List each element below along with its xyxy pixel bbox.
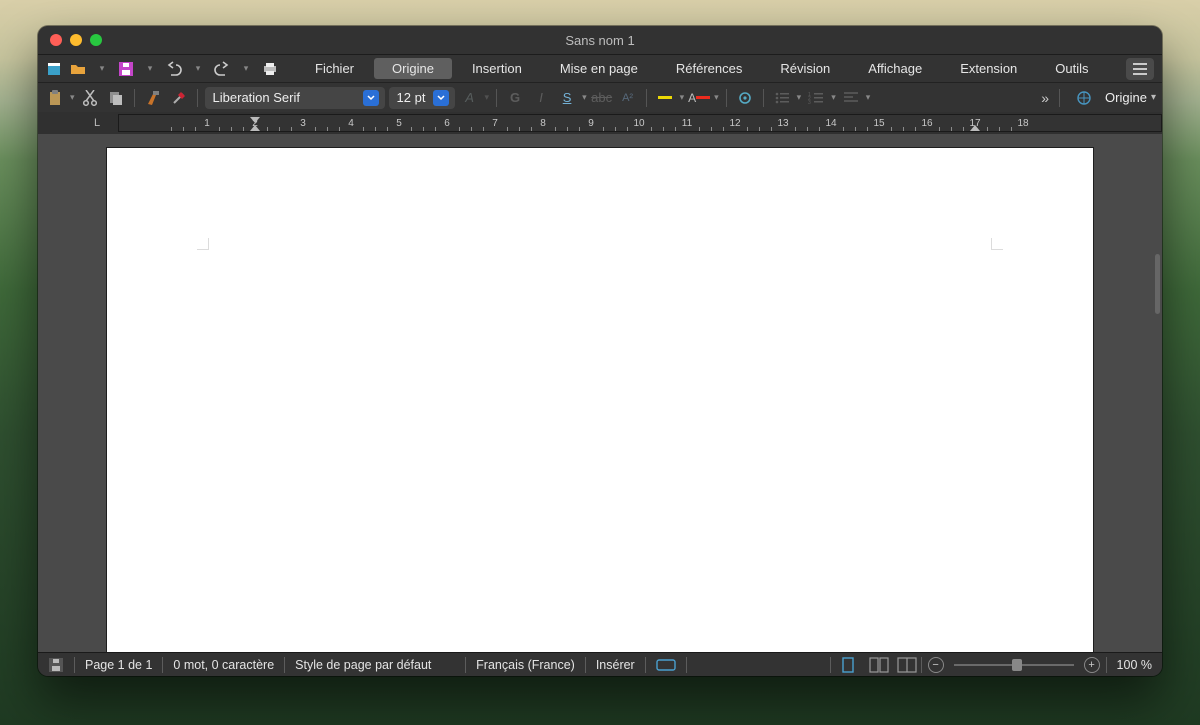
- globe-icon[interactable]: [1073, 87, 1095, 109]
- margin-mark-icon: [197, 238, 209, 250]
- menu-view[interactable]: Affichage: [850, 58, 940, 79]
- undo-dropdown-icon[interactable]: ▾: [188, 59, 208, 79]
- dropdown-icon[interactable]: ▾: [680, 92, 685, 103]
- menu-layout[interactable]: Mise en page: [542, 58, 656, 79]
- sidepanel-select[interactable]: Origine ▾: [1105, 90, 1156, 105]
- editor-area: [38, 134, 1162, 652]
- redo-icon[interactable]: [212, 59, 232, 79]
- menu-extension[interactable]: Extension: [942, 58, 1035, 79]
- italic-icon[interactable]: I: [530, 87, 552, 109]
- save-icon[interactable]: [116, 59, 136, 79]
- menu-review[interactable]: Révision: [762, 58, 848, 79]
- horizontal-ruler[interactable]: L 123456789101112131415161718: [38, 112, 1162, 134]
- clear-format-icon[interactable]: [168, 87, 190, 109]
- signature-icon[interactable]: [687, 653, 707, 676]
- document-title: Sans nom 1: [38, 33, 1162, 48]
- dropdown-icon[interactable]: ▾: [714, 92, 719, 103]
- redo-dropdown-icon[interactable]: ▾: [236, 59, 256, 79]
- align-icon[interactable]: [840, 87, 862, 109]
- dropdown-icon[interactable]: ▾: [797, 92, 802, 103]
- font-size-value: 12 pt: [397, 90, 426, 105]
- undo-icon[interactable]: [164, 59, 184, 79]
- separator: [134, 89, 135, 107]
- save-status-icon[interactable]: [38, 653, 74, 676]
- font-size-select[interactable]: 12 pt: [389, 87, 455, 109]
- new-doc-icon[interactable]: [44, 59, 64, 79]
- separator: [763, 89, 764, 107]
- view-book-icon[interactable]: [893, 653, 921, 676]
- paste-dropdown-icon[interactable]: ▾: [70, 92, 75, 103]
- bullet-list-icon[interactable]: [771, 87, 793, 109]
- separator: [1059, 89, 1060, 107]
- print-icon[interactable]: [260, 59, 280, 79]
- zoom-out-button[interactable]: −: [928, 657, 944, 673]
- font-color-icon[interactable]: A: [688, 87, 710, 109]
- menu-tools[interactable]: Outils: [1037, 58, 1106, 79]
- chevron-down-icon: [363, 90, 379, 106]
- clone-format-icon[interactable]: [142, 87, 164, 109]
- save-dropdown-icon[interactable]: ▾: [140, 59, 160, 79]
- copy-icon[interactable]: [105, 87, 127, 109]
- menu-home[interactable]: Origine: [374, 58, 452, 79]
- statusbar: Page 1 de 1 0 mot, 0 caractère Style de …: [38, 652, 1162, 676]
- open-icon[interactable]: [68, 59, 88, 79]
- hamburger-menu-button[interactable]: [1126, 58, 1154, 80]
- separator: [646, 89, 647, 107]
- status-insert-mode[interactable]: Insérer: [586, 653, 645, 676]
- dropdown-icon[interactable]: ▾: [485, 92, 490, 103]
- paste-icon[interactable]: [44, 87, 66, 109]
- separator: [496, 89, 497, 107]
- zoom-slider[interactable]: [954, 664, 1074, 666]
- overflow-chevrons-icon[interactable]: »: [1041, 90, 1046, 106]
- underline-icon[interactable]: S: [556, 87, 578, 109]
- menubar: ▾ ▾ ▾ ▾ Fichier Origine Insertion Mise e…: [38, 54, 1162, 82]
- highlight-color-icon[interactable]: [654, 87, 676, 109]
- status-page[interactable]: Page 1 de 1: [75, 653, 162, 676]
- toolbar: ▾ Liberation Serif 12 pt A ▾ G I S ▾ abc…: [38, 82, 1162, 112]
- status-language[interactable]: Français (France): [466, 653, 585, 676]
- titlebar: Sans nom 1: [38, 26, 1162, 54]
- dropdown-icon[interactable]: ▾: [866, 92, 871, 103]
- status-page-style[interactable]: Style de page par défaut: [285, 653, 465, 676]
- vertical-scrollbar[interactable]: [1155, 254, 1160, 314]
- zoom-control: − +: [922, 653, 1106, 676]
- menu-insert[interactable]: Insertion: [454, 58, 540, 79]
- bold-icon[interactable]: G: [504, 87, 526, 109]
- font-name-value: Liberation Serif: [213, 90, 300, 105]
- chevron-down-icon: ▾: [1151, 92, 1156, 103]
- menu-references[interactable]: Références: [658, 58, 760, 79]
- cut-icon[interactable]: [79, 87, 101, 109]
- menu-file[interactable]: Fichier: [297, 58, 372, 79]
- superscript-icon[interactable]: A²: [617, 87, 639, 109]
- dropdown-icon[interactable]: ▾: [582, 92, 587, 103]
- font-name-select[interactable]: Liberation Serif: [205, 87, 385, 109]
- chevron-down-icon: [433, 90, 449, 106]
- svg-text:3: 3: [808, 100, 811, 105]
- font-effects-icon[interactable]: A: [459, 87, 481, 109]
- separator: [197, 89, 198, 107]
- ruler-corner: L: [82, 117, 112, 129]
- view-multi-page-icon[interactable]: [865, 653, 893, 676]
- margin-mark-icon: [991, 238, 1003, 250]
- zoom-slider-thumb[interactable]: [1012, 659, 1022, 671]
- menu-tabs: Fichier Origine Insertion Mise en page R…: [296, 55, 1126, 82]
- zoom-in-button[interactable]: +: [1084, 657, 1100, 673]
- strike-icon[interactable]: abc: [591, 87, 613, 109]
- zoom-value[interactable]: 100 %: [1107, 653, 1162, 676]
- dropdown-icon[interactable]: ▾: [831, 92, 836, 103]
- status-words[interactable]: 0 mot, 0 caractère: [163, 653, 284, 676]
- separator: [726, 89, 727, 107]
- number-list-icon[interactable]: 123: [805, 87, 827, 109]
- selection-mode-icon[interactable]: [646, 653, 686, 676]
- open-dropdown-icon[interactable]: ▾: [92, 59, 112, 79]
- view-single-page-icon[interactable]: [831, 653, 865, 676]
- settings-icon[interactable]: [734, 87, 756, 109]
- app-window: Sans nom 1 ▾ ▾ ▾ ▾ Fichier Origine Inser…: [38, 26, 1162, 676]
- document-page[interactable]: [107, 148, 1093, 652]
- sidepanel-label-text: Origine: [1105, 90, 1147, 105]
